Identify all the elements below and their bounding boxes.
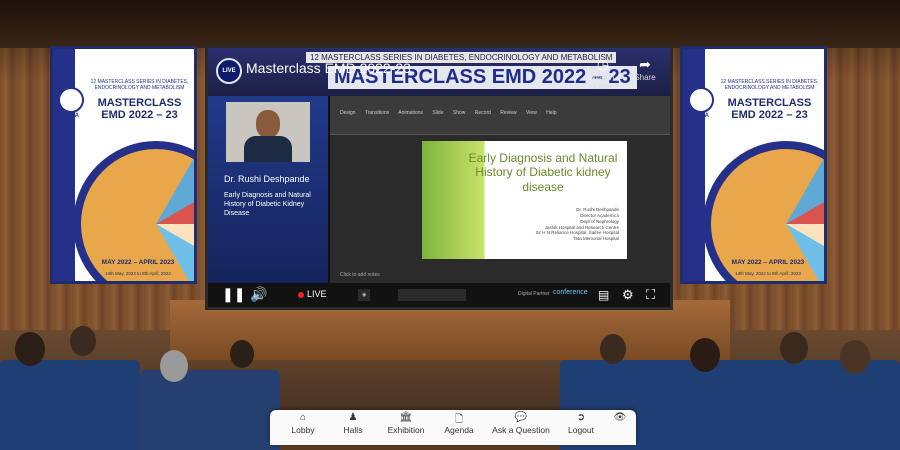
nav-label: Halls (343, 425, 363, 435)
audience-member (600, 334, 626, 364)
banner-dates-sub: 14th May, 2022 to 8th April, 2023 (735, 271, 801, 276)
watch-later-button[interactable]: ◷ Watch Later (588, 56, 618, 91)
speaker-head (256, 110, 280, 138)
banner-series: 12 MASTERCLASS SERIES IN DIABETES, ENDOC… (90, 79, 189, 91)
banner-title: MASTERCLASS EMD 2022 – 23 (727, 97, 812, 122)
sponsor-logo (398, 289, 466, 301)
left-banner: DENMA 12 MASTERCLASS SERIES IN DIABETES,… (50, 46, 197, 284)
bottom-navigation: ⌂ Lobby ♟ Halls 🏛 Exhibition 🗋 Agenda 💬 … (270, 410, 636, 445)
banner-title: MASTERCLASS EMD 2022 – 23 (97, 97, 182, 122)
logout-icon: ➲ (576, 412, 586, 423)
nav-logout[interactable]: ➲ Logout (564, 412, 598, 435)
document-icon: 🗋 (454, 414, 464, 425)
building-icon: 🏛 (399, 412, 413, 423)
video-title[interactable]: Masterclass EMD 2022-23 (246, 60, 411, 76)
right-banner: DENMA 12 MASTERCLASS SERIES IN DIABETES,… (680, 46, 827, 284)
ppt-tabs: Design Transitions Animations Slide Show… (340, 110, 557, 116)
share-button[interactable]: ➦ Share (628, 56, 662, 82)
live-channel-icon[interactable]: LIVE (216, 58, 242, 84)
seat-row-center (140, 370, 280, 450)
current-slide: Early Diagnosis and Natural History of D… (422, 141, 627, 259)
audience-member (230, 340, 254, 368)
video-player[interactable]: LIVE 12 MASTERCLASS SERIES IN DIABETES, … (205, 45, 673, 310)
audience-member (15, 332, 45, 366)
hide-toolbar-button[interactable]: 👁 (610, 412, 630, 425)
nav-lobby[interactable]: ⌂ Lobby (288, 412, 318, 435)
settings-gear-icon[interactable]: ⚙ (622, 287, 634, 303)
nav-label: Lobby (291, 425, 315, 435)
nav-exhibition[interactable]: 🏛 Exhibition (384, 412, 428, 435)
watch-later-label: Watch Later (591, 73, 615, 91)
banner-series: 12 MASTERCLASS SERIES IN DIABETES, ENDOC… (720, 79, 819, 91)
speaker-body (244, 136, 292, 162)
audience-member (780, 332, 808, 364)
denma-logo (688, 87, 714, 113)
banner-dates-sub: 14th May, 2022 to 8th April, 2023 (105, 271, 171, 276)
speaker-panel: Dr. Rushi Deshpande Early Diagnosis and … (208, 96, 328, 286)
person-icon: ♟ (348, 412, 358, 423)
talk-title: Early Diagnosis and Natural History of D… (224, 192, 311, 217)
clock-icon: ◷ (596, 56, 610, 72)
audience-member (70, 326, 96, 356)
nav-label: Agenda (444, 425, 474, 435)
slide-title: Early Diagnosis and Natural History of D… (468, 151, 618, 194)
speaker-name: Dr. Rushi Deshpande (224, 174, 310, 184)
pause-icon[interactable]: ❚❚ (222, 286, 245, 303)
ceiling (0, 0, 900, 48)
ppt-notes: Click to add notes (340, 272, 380, 278)
banner-stripe (683, 49, 705, 281)
nav-halls[interactable]: ♟ Halls (338, 412, 368, 435)
seat-row-left (0, 360, 140, 450)
banner-dates: MAY 2022 – APRIL 2023 (101, 259, 175, 266)
volume-icon[interactable]: 🔊 (250, 286, 267, 303)
slide-author-info: Dr. Rushi Deshpande Director Academics D… (535, 207, 619, 242)
audience-member (690, 338, 720, 372)
ppt-ribbon: Design Transitions Animations Slide Show… (330, 96, 670, 135)
share-arrow-icon: ➦ (639, 56, 651, 72)
logo-text: DENMA (57, 113, 79, 119)
nav-label: Logout (568, 425, 594, 435)
audience-member (840, 340, 870, 374)
captions-icon[interactable]: ▤ (598, 288, 609, 302)
nav-label: Ask a Question (492, 425, 550, 435)
speaker-webcam (226, 102, 310, 162)
banner-dates: MAY 2022 – APRIL 2023 (731, 259, 805, 266)
live-dot (298, 292, 304, 298)
sponsor-logo: ◉ (358, 289, 371, 301)
live-label: LIVE (307, 289, 327, 299)
eye-off-icon: 👁 (613, 412, 627, 423)
fullscreen-icon[interactable]: ⛶ (646, 287, 655, 303)
nav-ask-question[interactable]: 💬 Ask a Question (490, 412, 552, 435)
partner-label: Digital Partner (518, 291, 550, 297)
home-icon: ⌂ (299, 412, 307, 423)
player-controls: ❚❚ 🔊 LIVE ◉ Digital Partner conference ▤… (208, 283, 670, 307)
nav-label: Exhibition (387, 425, 425, 435)
audience-member (160, 350, 188, 382)
share-label: Share (634, 73, 656, 82)
chat-icon: 💬 (514, 412, 528, 423)
logo-text: DENMA (687, 113, 709, 119)
player-header: LIVE 12 MASTERCLASS SERIES IN DIABETES, … (208, 48, 670, 96)
presentation-window: Design Transitions Animations Slide Show… (330, 96, 670, 286)
denma-logo (58, 87, 84, 113)
nav-agenda[interactable]: 🗋 Agenda (442, 412, 476, 435)
banner-stripe (53, 49, 75, 281)
partner-name: conference (553, 289, 588, 296)
